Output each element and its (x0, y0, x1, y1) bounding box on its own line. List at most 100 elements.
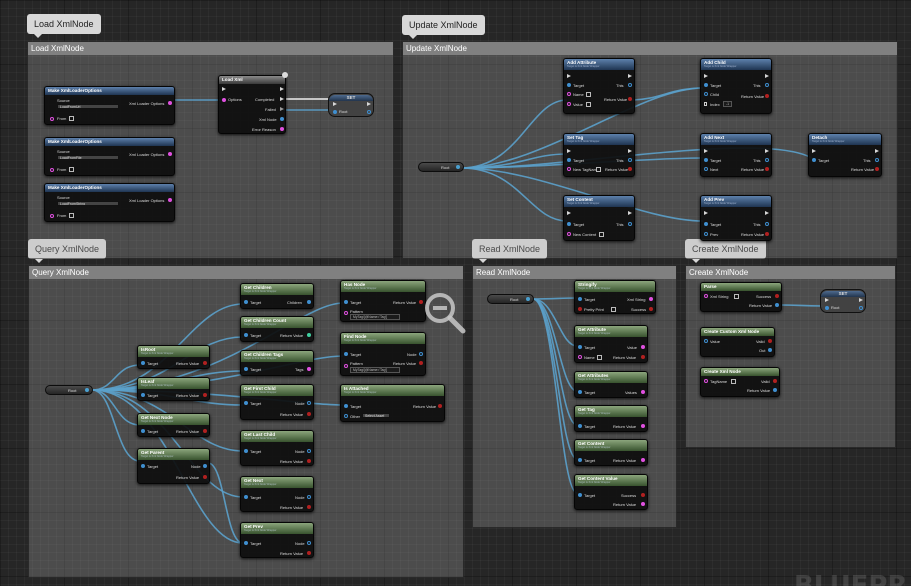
node-set-content[interactable]: Set Content Target is Xml Node Wrapper Ta… (563, 195, 635, 241)
exec-output-pin[interactable] (859, 298, 863, 302)
checkbox[interactable] (611, 307, 616, 312)
struct-output-pin[interactable] (168, 152, 172, 156)
checkbox[interactable] (69, 116, 74, 121)
exec-input-pin[interactable] (567, 211, 571, 215)
node-output-pin[interactable] (307, 401, 311, 405)
text-input[interactable] (586, 92, 591, 97)
exec-output-pin[interactable] (765, 211, 769, 215)
return-output-pin[interactable] (765, 94, 769, 98)
return-output-pin[interactable] (875, 167, 879, 171)
node-load-xml[interactable]: Load Xml Options Completed Failed Xml No… (218, 75, 286, 134)
node-create-xml-node[interactable]: Create Xml Node TagName Valid Return Val… (700, 367, 780, 397)
node-has-node[interactable]: Has Node Target is Xml Node Wrapper Targe… (340, 280, 426, 322)
root-output-pin[interactable] (456, 165, 460, 169)
return-output-pin[interactable] (307, 412, 311, 416)
node-output-pin[interactable] (307, 449, 311, 453)
xml-node-output-pin[interactable] (280, 117, 284, 121)
source-dropdown[interactable]: LoadFromString (57, 201, 119, 206)
this-output-pin[interactable] (765, 158, 769, 162)
return-output-pin[interactable] (641, 424, 645, 428)
node-get-content[interactable]: Get Content Target is Xml Node Wrapper Ta… (574, 439, 648, 466)
this-output-pin[interactable] (628, 222, 632, 226)
exec-output-pin[interactable] (628, 211, 632, 215)
exec-output-pin[interactable] (628, 149, 632, 153)
node-get-children[interactable]: Get Children Target is Xml Node Wrapper T… (240, 283, 314, 309)
node-get-prev[interactable]: Get Prev Target is Xml Node Wrapper Targe… (240, 522, 314, 558)
valid-output-pin[interactable] (768, 339, 772, 343)
options-input-pin[interactable] (222, 98, 226, 102)
child-input-pin[interactable] (704, 92, 708, 96)
return-output-pin[interactable] (628, 167, 632, 171)
node-output-pin[interactable] (307, 541, 311, 545)
node-add-prev[interactable]: Add Prev Target is Xml Node Wrapper Targe… (700, 195, 772, 241)
new-tag-input-pin[interactable] (567, 167, 571, 171)
children-output-pin[interactable] (307, 300, 311, 304)
next-input-pin[interactable] (704, 167, 708, 171)
target-input-pin[interactable] (578, 390, 582, 394)
success-output-pin[interactable] (775, 294, 779, 298)
return-output-pin[interactable] (307, 551, 311, 555)
node-output-pin[interactable] (307, 495, 311, 499)
struct-output-pin[interactable] (168, 101, 172, 105)
target-input-pin[interactable] (141, 393, 145, 397)
checkbox[interactable] (69, 167, 74, 172)
target-input-pin[interactable] (141, 429, 145, 433)
target-input-pin[interactable] (578, 458, 582, 462)
source-dropdown[interactable]: LoadFromUrl (57, 104, 119, 109)
target-input-pin[interactable] (812, 158, 816, 162)
node-set-root-create[interactable]: SET Root (820, 289, 866, 313)
exec-output-pin[interactable] (765, 149, 769, 153)
pattern-input-pin[interactable] (344, 311, 348, 315)
target-input-pin[interactable] (704, 222, 708, 226)
node-set-tag[interactable]: Set Tag Target is Xml Node Wrapper Target… (563, 133, 635, 177)
other-input-pin[interactable] (344, 414, 348, 418)
node-make-loader-options-file[interactable]: Make XmlLoaderOptions Source LoadFromFil… (44, 137, 175, 176)
return-output-pin[interactable] (203, 361, 207, 365)
new-content-input-pin[interactable] (567, 232, 571, 236)
text-input[interactable] (731, 379, 736, 384)
root-input-pin[interactable] (825, 306, 829, 310)
text-input[interactable] (597, 355, 602, 360)
root-output-pin[interactable] (526, 297, 530, 301)
target-input-pin[interactable] (704, 83, 708, 87)
pattern-field[interactable]: MyTag/[@Name='Tag'] (350, 367, 400, 373)
return-output-pin[interactable] (765, 232, 769, 236)
exec-output-pin[interactable] (875, 149, 879, 153)
comment-bubble-load[interactable]: Load XmlNode (27, 14, 101, 38)
node-parse[interactable]: Parse Xml String Success Return Value (700, 282, 782, 312)
this-output-pin[interactable] (875, 158, 879, 162)
root-output-pin[interactable] (85, 388, 89, 392)
text-input[interactable] (734, 294, 739, 299)
prev-input-pin[interactable] (704, 232, 708, 236)
node-make-loader-options-string[interactable]: Make XmlLoaderOptions Source LoadFromStr… (44, 183, 175, 222)
node-get-last-child[interactable]: Get Last Child Target is Xml Node Wrapper… (240, 430, 314, 466)
xml-string-output-pin[interactable] (649, 297, 653, 301)
exec-output-pin[interactable] (367, 102, 371, 106)
exec-input-pin[interactable] (333, 102, 337, 106)
node-root-variable-query[interactable]: Root (45, 385, 93, 395)
exec-input-pin[interactable] (812, 149, 816, 153)
target-input-pin[interactable] (567, 222, 571, 226)
text-input[interactable] (586, 102, 591, 107)
return-output-pin[interactable] (641, 355, 645, 359)
node-output-pin[interactable] (203, 464, 207, 468)
tags-output-pin[interactable] (307, 367, 311, 371)
node-make-loader-options-url[interactable]: Make XmlLoaderOptions Source LoadFromUrl… (44, 86, 175, 125)
node-root-variable-update[interactable]: Root (418, 162, 464, 172)
return-output-pin[interactable] (641, 458, 645, 462)
text-input[interactable] (596, 167, 601, 172)
xml-string-input-pin[interactable] (704, 294, 708, 298)
node-get-tag[interactable]: Get Tag Target is Xml Node Wrapper Target… (574, 405, 648, 432)
exec-output-pin[interactable] (628, 74, 632, 78)
exec-input-pin[interactable] (704, 149, 708, 153)
target-input-pin[interactable] (244, 541, 248, 545)
node-get-children-tags[interactable]: Get Children Tags Target is Xml Node Wrap… (240, 350, 314, 376)
target-input-pin[interactable] (244, 495, 248, 499)
node-get-attributes[interactable]: Get Attributes Target is Xml Node Wrapper… (574, 371, 648, 398)
node-root-variable-read[interactable]: Root (487, 294, 534, 304)
source-dropdown[interactable]: LoadFromFile (57, 155, 119, 160)
success-output-pin[interactable] (649, 307, 653, 311)
return-output-pin[interactable] (307, 333, 311, 337)
target-input-pin[interactable] (704, 158, 708, 162)
return-output-pin[interactable] (307, 505, 311, 509)
